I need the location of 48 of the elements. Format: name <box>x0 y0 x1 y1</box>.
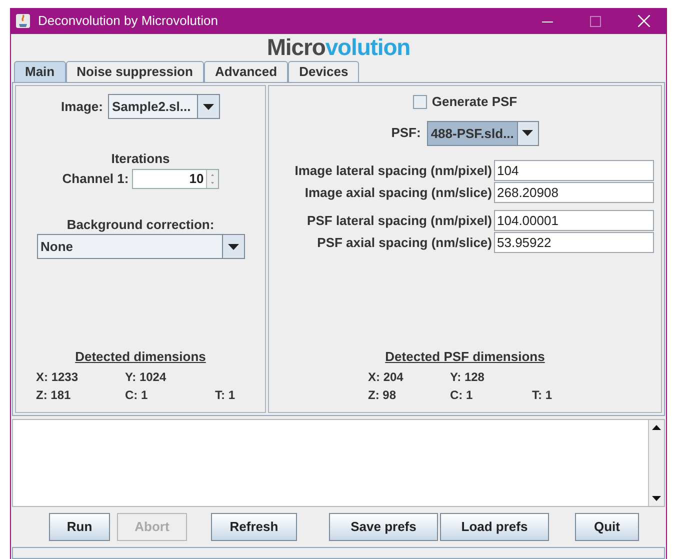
field-label: PSF axial spacing (nm/slice) <box>316 234 493 252</box>
image-dropdown[interactable]: Sample2.sl... <box>108 94 220 119</box>
close-icon[interactable] <box>638 15 650 27</box>
caret-icon <box>202 104 214 110</box>
input-field[interactable]: 104 <box>494 160 654 181</box>
dimension-value: Y: 128 <box>450 369 486 386</box>
image-label: Image: <box>61 98 103 116</box>
button[interactable]: Run <box>49 513 110 541</box>
psf-dropdown[interactable]: 488-PSF.sld... <box>426 120 539 146</box>
maximize-icon[interactable] <box>590 16 601 26</box>
button[interactable]: Refresh <box>211 513 297 541</box>
button[interactable]: Load prefs <box>440 513 549 541</box>
input-field[interactable]: 268.20908 <box>494 182 654 203</box>
tab[interactable]: Devices <box>288 61 360 82</box>
dimension-value: C: 1 <box>125 387 149 404</box>
dimension-value: Z: 181 <box>36 387 72 404</box>
scrollbar[interactable] <box>648 420 664 506</box>
dimension-value: C: 1 <box>450 387 474 404</box>
tab[interactable]: Noise suppression <box>66 61 204 82</box>
dimension-value: X: 1233 <box>36 369 80 386</box>
caret-icon <box>228 244 238 250</box>
button[interactable]: Quit <box>575 513 639 541</box>
dimension-value: T: 1 <box>215 387 236 404</box>
window-title: Deconvolution by Microvolution <box>38 12 218 30</box>
field-label: Image lateral spacing (nm/pixel) <box>294 162 493 180</box>
dimension-value: T: 1 <box>532 387 554 404</box>
iterations-label: Iterations <box>111 150 170 168</box>
logo: Microvolution <box>266 32 410 62</box>
dimension-value: Z: 98 <box>368 387 398 404</box>
dimensions-title: Detected dimensions <box>75 348 206 366</box>
app-icon <box>15 13 31 29</box>
background-label: Background correction: <box>66 216 214 234</box>
generate-psf-checkbox[interactable] <box>412 94 427 109</box>
channel-label: Channel 1: <box>62 170 129 188</box>
button[interactable]: Save prefs <box>329 513 438 541</box>
caret-icon <box>522 130 534 136</box>
dimension-value: X: 204 <box>368 369 404 386</box>
input-field[interactable]: 104.00001 <box>494 210 654 231</box>
dimension-value: Y: 1024 <box>125 369 168 386</box>
tab[interactable]: Main <box>14 61 66 82</box>
input-field[interactable]: 53.95922 <box>494 232 654 253</box>
field-label: PSF lateral spacing (nm/pixel) <box>306 212 493 230</box>
generate-psf-label: Generate PSF <box>432 93 518 111</box>
field-label: Image axial spacing (nm/slice) <box>304 184 493 202</box>
background-dropdown[interactable]: None <box>36 234 244 259</box>
dimensions-title: Detected PSF dimensions <box>385 348 545 366</box>
tab[interactable]: Advanced <box>204 61 288 82</box>
psf-label: PSF: <box>391 124 421 142</box>
